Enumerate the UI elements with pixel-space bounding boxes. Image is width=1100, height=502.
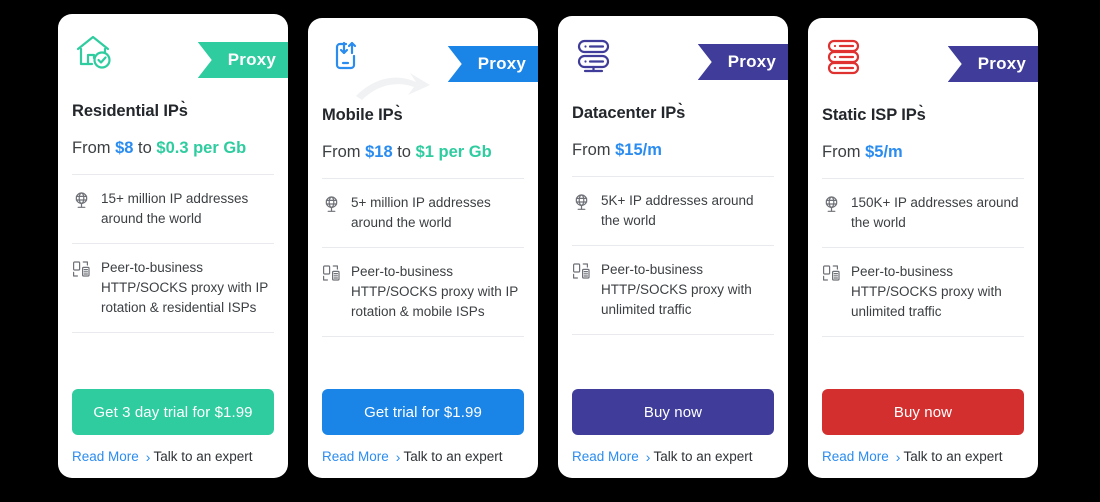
feature-text: Peer-to-business HTTP/SOCKS proxy with u…	[601, 262, 752, 317]
feature-text: 15+ million IP addresses around the worl…	[101, 191, 249, 226]
price-secondary: $1 per Gb	[415, 143, 492, 161]
server-network-icon	[822, 264, 841, 283]
feature-text: 5+ million IP addresses around the world	[351, 195, 491, 230]
house-check-icon	[72, 30, 116, 74]
proxy-ribbon-badge: Proxy	[947, 46, 1038, 82]
feature-item: Peer-to-business HTTP/SOCKS proxy with u…	[822, 247, 1024, 337]
mobile-updown-icon	[322, 34, 366, 78]
globe-stand-icon	[572, 193, 591, 212]
card-header: Proxy	[308, 18, 538, 100]
price-prefix: From	[322, 143, 366, 161]
pricing-card-residential: Proxy Residential IPs̀ From $8 to $0.3 per…	[58, 14, 288, 478]
talk-to-expert-link[interactable]: Talk to an expert	[653, 449, 752, 464]
proxy-ribbon-label: Proxy	[477, 54, 526, 73]
feature-text: Peer-to-business HTTP/SOCKS proxy with I…	[101, 260, 269, 315]
read-more-link[interactable]: Read More	[572, 449, 639, 464]
cta-button-mobile[interactable]: Get trial for $1.99	[322, 389, 524, 435]
cta-button-datacenter[interactable]: Buy now	[572, 389, 774, 435]
price-line: From $15/m	[572, 141, 774, 160]
price-prefix: From	[572, 141, 616, 159]
card-body: Residential IPs̀ From $8 to $0.3 per Gb 15…	[58, 90, 288, 389]
feature-text: 150K+ IP addresses around the world	[851, 195, 1019, 230]
talk-to-expert-link[interactable]: Talk to an expert	[153, 449, 252, 464]
pricing-card-static-isp: Proxy Static ISP IPs̀ From $5/m 150K+ IP ad…	[808, 18, 1038, 478]
card-footer: Buy now Read More › Talk to an expert	[558, 389, 788, 478]
proxy-ribbon-badge: Proxy	[197, 42, 288, 78]
price-primary: $5/m	[865, 143, 903, 161]
pricing-card-datacenter: Proxy Datacenter IPs̀ From $15/m 5K+ IP add…	[558, 16, 788, 478]
card-header: Proxy	[58, 14, 288, 90]
proxy-ribbon-label: Proxy	[727, 52, 776, 71]
chevron-right-icon: ›	[895, 448, 901, 465]
feature-item: 15+ million IP addresses around the worl…	[72, 174, 274, 243]
price-connector: to	[392, 143, 416, 161]
price-line: From $18 to $1 per Gb	[322, 143, 524, 162]
feature-item: 5+ million IP addresses around the world	[322, 178, 524, 247]
card-title: Datacenter IPs̀	[572, 104, 686, 122]
feature-text: Peer-to-business HTTP/SOCKS proxy with I…	[351, 264, 519, 319]
feature-text: 5K+ IP addresses around the world	[601, 193, 754, 228]
proxy-ribbon-label: Proxy	[977, 54, 1026, 73]
feature-list: 15+ million IP addresses around the worl…	[72, 174, 274, 389]
read-more-link[interactable]: Read More	[322, 449, 389, 464]
read-more-link[interactable]: Read More	[72, 449, 139, 464]
feature-list: 5K+ IP addresses around the world Peer-to…	[572, 176, 774, 389]
feature-item: Peer-to-business HTTP/SOCKS proxy with I…	[322, 247, 524, 337]
read-more-link[interactable]: Read More	[822, 449, 889, 464]
server-network-icon	[572, 262, 591, 281]
pricing-card-deck: Proxy Residential IPs̀ From $8 to $0.3 per…	[0, 0, 1100, 502]
footer-links: Read More › Talk to an expert	[822, 449, 1024, 464]
pricing-card-mobile: Proxy Mobile IPs̀ From $18 to $1 per Gb 5+ …	[308, 18, 538, 478]
chevron-right-icon: ›	[145, 448, 151, 465]
globe-stand-icon	[322, 195, 341, 214]
price-secondary: $0.3 per Gb	[156, 139, 247, 157]
footer-links: Read More › Talk to an expert	[72, 449, 274, 464]
card-title: Static ISP IPs̀	[822, 106, 926, 124]
talk-to-expert-link[interactable]: Talk to an expert	[903, 449, 1002, 464]
feature-item: Peer-to-business HTTP/SOCKS proxy with u…	[572, 245, 774, 335]
price-line: From $8 to $0.3 per Gb	[72, 139, 274, 158]
card-body: Mobile IPs̀ From $18 to $1 per Gb 5+ milli…	[308, 94, 538, 389]
feature-text: Peer-to-business HTTP/SOCKS proxy with u…	[851, 264, 1002, 319]
card-footer: Get 3 day trial for $1.99 Read More › Talk …	[58, 389, 288, 478]
footer-links: Read More › Talk to an expert	[322, 449, 524, 464]
price-prefix: From	[72, 139, 116, 157]
feature-item: Peer-to-business HTTP/SOCKS proxy with I…	[72, 243, 274, 333]
talk-to-expert-link[interactable]: Talk to an expert	[403, 449, 502, 464]
chevron-right-icon: ›	[645, 448, 651, 465]
card-body: Datacenter IPs̀ From $15/m 5K+ IP addresse…	[558, 92, 788, 389]
card-title: Mobile IPs̀	[322, 106, 403, 124]
server-network-icon	[322, 264, 341, 283]
price-line: From $5/m	[822, 143, 1024, 162]
server-network-icon	[72, 260, 91, 279]
price-connector: to	[133, 139, 157, 157]
card-title: Residential IPs̀	[72, 102, 188, 120]
feature-list: 150K+ IP addresses around the world Peer-…	[822, 178, 1024, 389]
price-primary: $15/m	[615, 141, 662, 159]
card-body: Static ISP IPs̀ From $5/m 150K+ IP address…	[808, 94, 1038, 389]
proxy-ribbon-label: Proxy	[227, 50, 276, 69]
price-prefix: From	[822, 143, 866, 161]
cta-button-static-isp[interactable]: Buy now	[822, 389, 1024, 435]
server-rack-three-icon	[822, 34, 866, 78]
card-header: Proxy	[558, 16, 788, 92]
price-primary: $18	[365, 143, 393, 161]
card-footer: Get trial for $1.99 Read More › Talk to an …	[308, 389, 538, 478]
proxy-ribbon-badge: Proxy	[447, 46, 538, 82]
price-primary: $8	[115, 139, 134, 157]
feature-item: 5K+ IP addresses around the world	[572, 176, 774, 245]
card-footer: Buy now Read More › Talk to an expert	[808, 389, 1038, 478]
globe-stand-icon	[822, 195, 841, 214]
card-header: Proxy	[808, 18, 1038, 94]
server-rack-two-icon	[572, 32, 616, 76]
cta-button-residential[interactable]: Get 3 day trial for $1.99	[72, 389, 274, 435]
proxy-ribbon-badge: Proxy	[697, 44, 788, 80]
chevron-right-icon: ›	[395, 448, 401, 465]
globe-stand-icon	[72, 191, 91, 210]
footer-links: Read More › Talk to an expert	[572, 449, 774, 464]
feature-list: 5+ million IP addresses around the world…	[322, 178, 524, 389]
feature-item: 150K+ IP addresses around the world	[822, 178, 1024, 247]
